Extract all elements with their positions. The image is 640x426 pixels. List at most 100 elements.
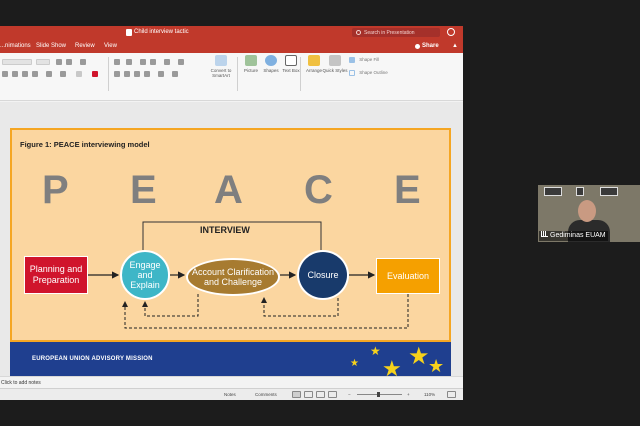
tab-review[interactable]: Review	[75, 43, 95, 49]
reading-view-icon[interactable]	[316, 391, 325, 398]
shapes-label: Shapes	[263, 68, 279, 73]
share-button[interactable]: Share	[422, 43, 439, 49]
stage-closure: Closure	[297, 250, 349, 300]
footer-mission-text: EUROPEAN UNION ADVISORY MISSION	[32, 356, 153, 362]
tab-view[interactable]: View	[104, 43, 117, 49]
change-case-icon[interactable]	[60, 71, 66, 77]
stage-account-label: Account Clarification and Challenge	[191, 267, 275, 287]
numbering-icon[interactable]	[126, 59, 132, 65]
notes-pane[interactable]: Click to add notes	[0, 376, 463, 388]
slide-sorter-icon[interactable]	[304, 391, 313, 398]
font-size-dropdown[interactable]	[36, 59, 50, 65]
highlight-icon[interactable]	[76, 71, 82, 77]
convert-smartart-button[interactable]: Convert to SmartArt	[206, 55, 236, 78]
status-bar: Notes Comments − + 110%	[0, 388, 463, 400]
interview-label: INTERVIEW	[200, 225, 250, 235]
wall-frame	[600, 187, 618, 196]
shape-outline-button[interactable]: Shape Outline	[349, 70, 388, 76]
wall-frame	[544, 187, 562, 196]
underline-icon[interactable]	[22, 71, 28, 77]
align-right-icon[interactable]	[134, 71, 140, 77]
title-bar: Child interview tactic Search in Present…	[0, 26, 463, 40]
shape-outline-label: Shape Outline	[359, 70, 388, 76]
feedback-loop-closure-account	[261, 297, 339, 317]
ribbon-tabs: ...nimations Slide Show Review View Shar…	[0, 40, 463, 53]
font-color-icon[interactable]	[92, 71, 98, 77]
smartart-icon	[215, 55, 227, 66]
eu-star-icon: ★	[350, 358, 359, 369]
window-title: Child interview tactic	[134, 29, 189, 35]
ribbon-toolbar: Convert to SmartArt Picture Shapes Text …	[0, 53, 463, 101]
line-spacing-icon[interactable]	[164, 59, 170, 65]
strikethrough-icon[interactable]	[32, 71, 38, 77]
zoom-in-icon[interactable]: +	[407, 392, 410, 397]
participant-video-tile[interactable]: Gediminas EUAM	[538, 185, 640, 242]
fit-to-window-icon[interactable]	[447, 391, 456, 398]
picture-icon	[245, 55, 257, 66]
font-group	[2, 57, 106, 83]
search-input[interactable]: Search in Presentation	[352, 28, 440, 37]
zoom-out-icon[interactable]: −	[348, 392, 351, 397]
eu-star-icon: ★	[408, 343, 430, 370]
increase-indent-icon[interactable]	[150, 59, 156, 65]
feedback-smiley-icon[interactable]	[447, 28, 455, 36]
eu-star-icon: ★	[382, 356, 402, 376]
collapse-ribbon-icon[interactable]: ▲	[452, 43, 458, 49]
participant-name: Gediminas EUAM	[550, 232, 606, 239]
columns-icon[interactable]	[158, 71, 164, 77]
feedback-loop-evaluation-engage	[122, 294, 409, 329]
zoom-slider-thumb[interactable]	[377, 392, 380, 397]
slide-content-area: Figure 1: PEACE interviewing model P E A…	[10, 128, 451, 342]
wall-frame	[576, 187, 584, 196]
powerpoint-doc-icon	[126, 29, 132, 36]
search-icon	[356, 30, 361, 35]
decrease-indent-icon[interactable]	[140, 59, 146, 65]
font-name-dropdown[interactable]	[2, 59, 32, 65]
grow-font-icon[interactable]	[56, 59, 62, 65]
notes-toggle-button[interactable]: Notes	[224, 392, 236, 397]
justify-icon[interactable]	[144, 71, 150, 77]
bullets-icon[interactable]	[114, 59, 120, 65]
quick-styles-button[interactable]: Quick Styles	[322, 55, 348, 73]
textbox-label: Text Box	[282, 68, 300, 73]
normal-view-icon[interactable]	[292, 391, 301, 398]
stage-planning: Planning and Preparation	[24, 256, 88, 294]
tab-animations[interactable]: ...nimations	[0, 43, 31, 49]
shapes-icon	[265, 55, 277, 66]
stage-evaluation: Evaluation	[376, 258, 440, 294]
align-center-icon[interactable]	[124, 71, 130, 77]
shape-fill-label: Shape Fill	[359, 57, 380, 63]
text-direction-icon[interactable]	[178, 59, 184, 65]
search-placeholder: Search in Presentation	[364, 30, 415, 36]
connection-signal-icon	[541, 231, 548, 237]
shrink-font-icon[interactable]	[66, 59, 72, 65]
quick-styles-label: Quick Styles	[322, 68, 348, 73]
shape-fill-button[interactable]: Shape Fill	[349, 57, 379, 63]
stage-engage-label: Engage and Explain	[129, 260, 161, 290]
clear-format-icon[interactable]	[80, 59, 86, 65]
tab-slide-show[interactable]: Slide Show	[36, 43, 66, 49]
slide-editing-area[interactable]: Figure 1: PEACE interviewing model P E A…	[0, 102, 463, 376]
align-left-icon[interactable]	[114, 71, 120, 77]
share-person-icon	[415, 44, 420, 49]
notes-placeholder: Click to add notes	[1, 380, 41, 386]
align-text-icon[interactable]	[172, 71, 178, 77]
stage-planning-label: Planning and Preparation	[29, 264, 83, 285]
eu-star-icon: ★	[428, 356, 445, 376]
powerpoint-window: Child interview tactic Search in Present…	[0, 26, 463, 400]
italic-icon[interactable]	[12, 71, 18, 77]
superscript-icon[interactable]	[46, 71, 52, 77]
eu-star-icon: ★	[370, 344, 381, 358]
current-slide[interactable]: Figure 1: PEACE interviewing model P E A…	[10, 128, 451, 376]
zoom-level: 110%	[424, 392, 436, 397]
meeting-screen: Child interview tactic Search in Present…	[0, 0, 640, 426]
stage-closure-label: Closure	[307, 270, 339, 280]
bold-icon[interactable]	[2, 71, 8, 77]
comments-toggle-button[interactable]: Comments	[255, 392, 277, 397]
slideshow-view-icon[interactable]	[328, 391, 337, 398]
participant-name-tag: Gediminas EUAM	[539, 231, 608, 241]
quick-styles-icon	[329, 55, 341, 66]
stage-account: Account Clarification and Challenge	[186, 258, 280, 296]
ribbon-separator	[108, 57, 109, 91]
shape-fill-icon	[349, 57, 355, 63]
